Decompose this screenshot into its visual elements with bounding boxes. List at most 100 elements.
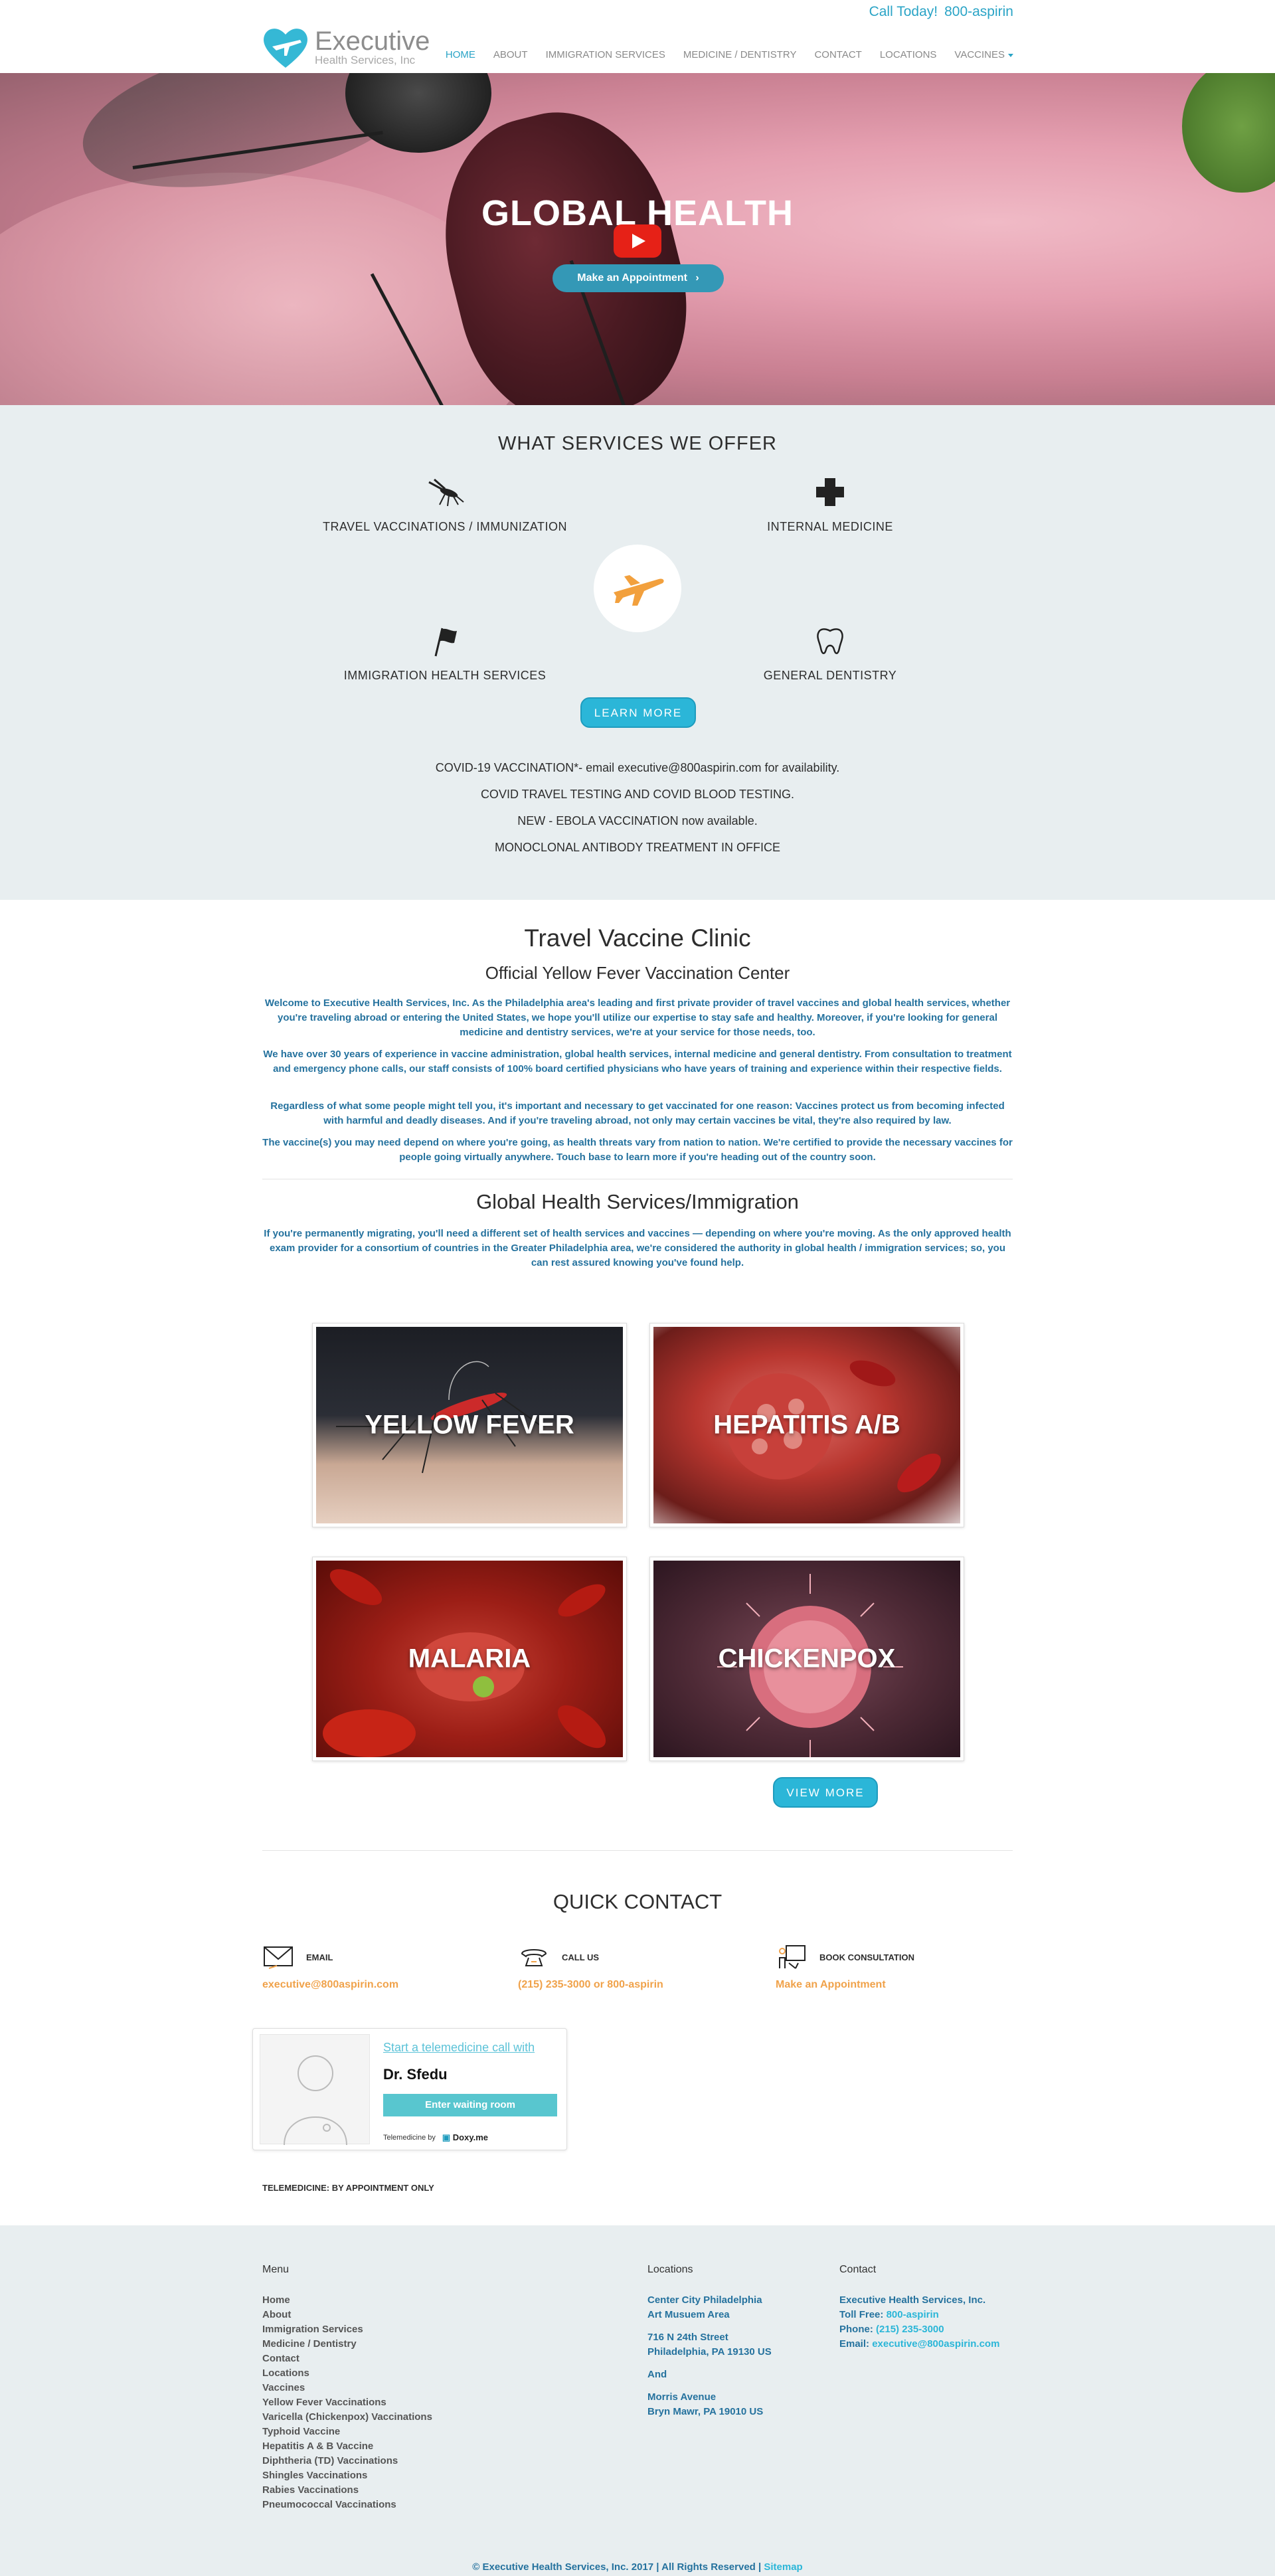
nav-home[interactable]: HOME xyxy=(446,49,475,60)
doctor-name: Dr. Sfedu xyxy=(383,2066,448,2083)
airplane-circle xyxy=(594,545,681,632)
doxy-logo-icon[interactable]: ▣ Doxy.me xyxy=(442,2132,488,2143)
phone-label: Phone: xyxy=(839,2324,873,2335)
view-more-button[interactable]: VIEW MORE xyxy=(773,1777,878,1808)
site-logo[interactable]: Executive Health Services, Inc xyxy=(260,24,440,70)
hero-leaf-shape xyxy=(1182,73,1275,193)
card-yellow-fever[interactable]: YELLOW FEVER xyxy=(312,1323,627,1527)
contact-booking: BOOK CONSULTATION Make an Appointment xyxy=(776,1942,1028,1991)
clinic-paragraph: We have over 30 years of experience in v… xyxy=(263,1049,1012,1074)
footer-link-immigration[interactable]: Immigration Services xyxy=(262,2322,432,2337)
presentation-icon xyxy=(779,1945,806,1969)
location-1-street: 716 N 24th Street xyxy=(647,2332,728,2343)
telemedicine-link[interactable]: Start a telemedicine call with xyxy=(383,2041,535,2055)
clinic-paragraph: Welcome to Executive Health Services, In… xyxy=(264,997,1011,1038)
footer-contact-title: Contact xyxy=(839,2264,877,2275)
nav-vaccines[interactable]: VACCINES xyxy=(954,49,1013,60)
phone-link[interactable]: (215) 235-3000 or 800-aspirin xyxy=(518,1979,770,1991)
malaria-image: MALARIA xyxy=(316,1561,623,1757)
footer-link-locations[interactable]: Locations xyxy=(262,2366,432,2381)
footer-link-pneumococcal[interactable]: Pneumococcal Vaccinations xyxy=(262,2498,432,2512)
service-general-dentistry[interactable]: GENERAL DENTISTRY xyxy=(684,624,976,683)
news-line-ebola: NEW - EBOLA VACCINATION now available. xyxy=(517,814,758,827)
card-hepatitis[interactable]: HEPATITIS A/B xyxy=(649,1323,964,1527)
chevron-right-icon: › xyxy=(695,272,699,284)
sitemap-link[interactable]: Sitemap xyxy=(764,2561,802,2573)
footer-link-medicine[interactable]: Medicine / Dentistry xyxy=(262,2337,432,2352)
footer-link-vaccines[interactable]: Vaccines xyxy=(262,2381,432,2395)
card-caption: CHICKENPOX xyxy=(718,1644,896,1674)
airplane-icon xyxy=(614,575,664,606)
footer-link-shingles[interactable]: Shingles Vaccinations xyxy=(262,2468,432,2483)
hero-video[interactable]: GLOBAL HEALTH Make an Appointment › xyxy=(0,73,1275,405)
clinic-paragraph: The vaccine(s) you may need depend on wh… xyxy=(262,1137,1013,1163)
location-2-city: Bryn Mawr, PA 19010 US xyxy=(647,2406,764,2417)
call-label: Call Today! xyxy=(869,4,938,19)
make-appointment-label: Make an Appointment xyxy=(577,272,687,284)
toll-free-link[interactable]: 800-aspirin xyxy=(887,2309,939,2320)
clinic-paragraph: Regardless of what some people might tel… xyxy=(270,1100,1005,1126)
nav-immigration-services[interactable]: IMMIGRATION SERVICES xyxy=(546,49,665,60)
site-footer: Menu Home About Immigration Services Med… xyxy=(0,2225,1275,2576)
enter-waiting-room-button[interactable]: Enter waiting room xyxy=(383,2094,557,2116)
footer-phone: Phone: (215) 235-3000 xyxy=(839,2322,999,2337)
footer-link-typhoid[interactable]: Typhoid Vaccine xyxy=(262,2425,432,2439)
service-label: TRAVEL VACCINATIONS / IMMUNIZATION xyxy=(322,520,568,533)
book-appointment-link[interactable]: Make an Appointment xyxy=(776,1979,1028,1991)
medical-cross-icon xyxy=(816,478,844,506)
tooth-icon xyxy=(817,628,843,654)
chickenpox-image: CHICKENPOX xyxy=(653,1561,960,1757)
location-and: And xyxy=(647,2369,667,2380)
nav-locations[interactable]: LOCATIONS xyxy=(880,49,937,60)
service-immigration-health[interactable]: IMMIGRATION HEALTH SERVICES xyxy=(299,624,591,683)
services-section: WHAT SERVICES WE OFFER TRAVEL VACCINATIO… xyxy=(0,405,1275,900)
email-label: Email: xyxy=(839,2338,870,2350)
location-1-name: Center City Philadelphia xyxy=(647,2294,762,2306)
doctor-avatar-icon xyxy=(284,2055,347,2146)
service-travel-vaccinations[interactable]: TRAVEL VACCINATIONS / IMMUNIZATION xyxy=(299,475,591,534)
footer-link-home[interactable]: Home xyxy=(262,2293,432,2308)
news-line-covid: COVID-19 VACCINATION*- email executive@8… xyxy=(435,761,840,774)
chevron-down-icon xyxy=(1008,53,1013,57)
global-health-paragraph: If you're permanently migrating, you'll … xyxy=(264,1228,1011,1268)
clinic-subtitle: Official Yellow Fever Vaccination Center xyxy=(485,963,790,983)
footer-link-hepatitis[interactable]: Hepatitis A & B Vaccine xyxy=(262,2439,432,2454)
make-appointment-button[interactable]: Make an Appointment › xyxy=(552,264,724,292)
footer-link-yellow-fever[interactable]: Yellow Fever Vaccinations xyxy=(262,2395,432,2410)
divider xyxy=(262,1850,1013,1851)
card-chickenpox[interactable]: CHICKENPOX xyxy=(649,1557,964,1761)
copyright: © Executive Health Services, Inc. 2017 |… xyxy=(0,2561,1275,2573)
email-link[interactable]: executive@800aspirin.com xyxy=(262,1979,515,1991)
telemedicine-widget: Start a telemedicine call with Dr. Sfedu… xyxy=(252,2028,567,2150)
service-internal-medicine[interactable]: INTERNAL MEDICINE xyxy=(684,475,976,534)
location-1-city: Philadelphia, PA 19130 US xyxy=(647,2346,772,2358)
footer-link-about[interactable]: About xyxy=(262,2308,432,2322)
location-1-area: Art Musuem Area xyxy=(647,2309,730,2320)
top-call: Call Today! 800-aspirin xyxy=(869,4,1013,20)
contact-label: BOOK CONSULTATION xyxy=(819,1952,914,1962)
nav-contact[interactable]: CONTACT xyxy=(814,49,861,60)
location-2-street: Morris Avenue xyxy=(647,2391,717,2403)
logo-subtitle: Health Services, Inc xyxy=(315,54,416,66)
phone-link[interactable]: (215) 235-3000 xyxy=(876,2324,944,2335)
footer-link-varicella[interactable]: Varicella (Chickenpox) Vaccinations xyxy=(262,2410,432,2425)
main-nav: HOME ABOUT IMMIGRATION SERVICES MEDICINE… xyxy=(428,49,1013,60)
footer-locations-title: Locations xyxy=(647,2264,693,2275)
nav-about[interactable]: ABOUT xyxy=(493,49,528,60)
youtube-play-icon[interactable] xyxy=(614,224,661,258)
footer-link-rabies[interactable]: Rabies Vaccinations xyxy=(262,2483,432,2498)
page-title: Travel Vaccine Clinic xyxy=(524,924,751,952)
footer-locations: Locations Center City Philadelphia Art M… xyxy=(647,2264,772,2419)
learn-more-button[interactable]: LEARN MORE xyxy=(580,697,696,728)
card-malaria[interactable]: MALARIA xyxy=(312,1557,627,1761)
yellow-fever-image: YELLOW FEVER xyxy=(316,1327,623,1523)
email-link[interactable]: executive@800aspirin.com xyxy=(872,2338,999,2350)
phone-icon xyxy=(521,1949,547,1966)
card-caption: MALARIA xyxy=(408,1644,531,1674)
footer-link-diphtheria[interactable]: Diphtheria (TD) Vaccinations xyxy=(262,2454,432,2468)
top-phone-link[interactable]: 800-aspirin xyxy=(944,4,1013,19)
service-label: IMMIGRATION HEALTH SERVICES xyxy=(343,669,547,682)
footer-link-contact[interactable]: Contact xyxy=(262,2352,432,2366)
nav-medicine-dentistry[interactable]: MEDICINE / DENTISTRY xyxy=(683,49,797,60)
contact-label: CALL US xyxy=(562,1952,600,1962)
